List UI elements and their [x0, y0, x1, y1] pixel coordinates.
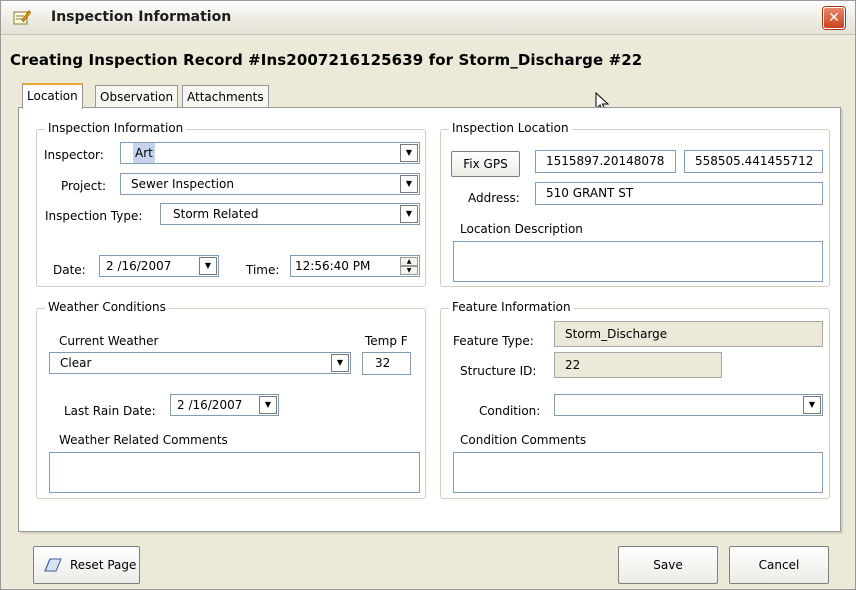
form-edit-icon	[13, 9, 32, 25]
chevron-down-icon[interactable]: ▼	[803, 396, 821, 414]
window-title: Inspection Information	[51, 9, 232, 25]
chevron-down-icon[interactable]: ▼	[199, 257, 217, 275]
spin-down-icon[interactable]: ▼	[400, 266, 418, 275]
inspection-type-label: Inspection Type:	[45, 209, 143, 223]
chevron-down-icon[interactable]: ▼	[259, 396, 277, 414]
project-value: Sewer Inspection	[131, 177, 234, 191]
condition-comments-label: Condition Comments	[460, 433, 587, 447]
weather-comments-field[interactable]	[49, 452, 420, 493]
temp-field[interactable]: 32	[362, 352, 411, 375]
current-weather-value: Clear	[60, 356, 92, 370]
structure-id-label: Structure ID:	[460, 364, 537, 378]
group-title: Feature Information	[449, 300, 574, 314]
chevron-down-icon[interactable]: ▼	[400, 175, 418, 193]
current-weather-label: Current Weather	[59, 334, 159, 348]
fix-gps-button[interactable]: Fix GPS	[451, 151, 520, 177]
x-coordinate-field[interactable]: 1515897.20148078	[535, 150, 676, 173]
inspector-label: Inspector:	[44, 148, 104, 162]
date-label: Date:	[53, 263, 86, 277]
group-title: Inspection Location	[449, 121, 572, 135]
time-label: Time:	[246, 263, 280, 277]
address-field[interactable]: 510 GRANT ST	[535, 182, 823, 205]
close-button[interactable]: ✕	[823, 7, 845, 29]
page-heading: Creating Inspection Record #Ins200721612…	[10, 51, 643, 69]
eraser-icon	[44, 558, 62, 575]
reset-page-button[interactable]: Reset Page	[33, 546, 140, 584]
project-combo[interactable]: Sewer Inspection ▼	[120, 173, 420, 195]
time-value: 12:56:40 PM	[295, 259, 371, 273]
last-rain-date-value: 2 /16/2007	[177, 398, 243, 412]
y-coordinate-field[interactable]: 558505.441455712	[684, 150, 823, 173]
feature-type-field: Storm_Discharge	[554, 321, 823, 347]
feature-type-label: Feature Type:	[453, 334, 534, 348]
inspection-type-combo[interactable]: Storm Related ▼	[160, 203, 420, 225]
inspector-combo[interactable]: Art ▼	[120, 142, 420, 164]
tab-observation[interactable]: Observation	[95, 85, 179, 109]
tab-attachments[interactable]: Attachments	[182, 85, 269, 109]
chevron-down-icon[interactable]: ▼	[400, 205, 418, 223]
chevron-down-icon[interactable]: ▼	[331, 354, 349, 372]
project-label: Project:	[61, 179, 107, 193]
group-title: Weather Conditions	[45, 300, 169, 314]
location-description-label: Location Description	[460, 222, 583, 236]
date-picker[interactable]: 2 /16/2007 ▼	[99, 255, 219, 277]
group-title: Inspection Information	[45, 121, 187, 135]
address-label: Address:	[468, 191, 520, 205]
last-rain-date-label: Last Rain Date:	[64, 404, 156, 418]
title-bar[interactable]: Inspection Information ✕	[1, 1, 855, 35]
current-weather-combo[interactable]: Clear ▼	[49, 352, 351, 374]
weather-comments-label: Weather Related Comments	[59, 433, 228, 447]
last-rain-date-picker[interactable]: 2 /16/2007 ▼	[170, 394, 279, 416]
temp-label: Temp F	[365, 334, 408, 348]
spin-up-icon[interactable]: ▲	[400, 257, 418, 266]
chevron-down-icon[interactable]: ▼	[400, 144, 418, 162]
structure-id-field: 22	[554, 352, 722, 378]
tab-location[interactable]: Location	[22, 83, 83, 109]
condition-combo[interactable]: ▼	[554, 394, 823, 416]
reset-page-label: Reset Page	[70, 558, 137, 572]
date-value: 2 /16/2007	[106, 259, 172, 273]
condition-label: Condition:	[479, 404, 541, 418]
cancel-button[interactable]: Cancel	[729, 546, 829, 584]
save-button[interactable]: Save	[618, 546, 718, 584]
time-spinner[interactable]: ▲ ▼	[400, 257, 418, 276]
location-description-field[interactable]	[453, 241, 823, 282]
time-picker[interactable]: 12:56:40 PM ▲ ▼	[290, 255, 420, 277]
inspection-type-value: Storm Related	[173, 207, 259, 221]
inspector-value: Art	[133, 143, 155, 163]
inspection-dialog: Inspection Information ✕ Creating Inspec…	[0, 0, 856, 590]
condition-comments-field[interactable]	[453, 452, 823, 493]
